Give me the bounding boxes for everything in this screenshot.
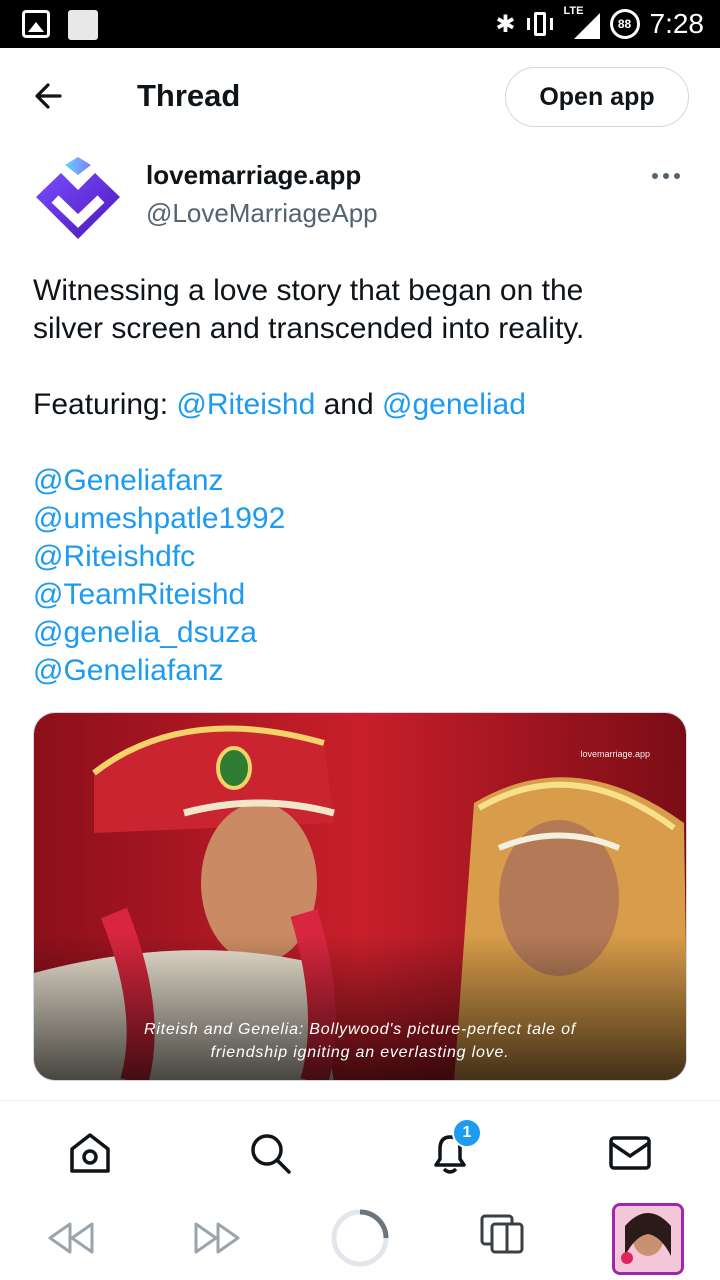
image-caption-line: friendship igniting an everlasting love.: [210, 1044, 510, 1061]
tweet-text: Witnessing a love story that began on th…: [33, 272, 693, 690]
thread-header: Thread Open app: [0, 48, 720, 144]
notification-icons: [22, 10, 98, 40]
bottom-navigation: 1: [0, 1100, 720, 1196]
mention-link[interactable]: @Riteishdfc: [33, 538, 693, 576]
author-display-name[interactable]: lovemarriage.app: [146, 160, 361, 191]
tweet-media-image[interactable]: lovemarriage.app Riteish and Genelia: Bo…: [33, 712, 687, 1081]
image-notification-icon: [22, 10, 50, 38]
app-notification-icon: [68, 10, 98, 40]
image-caption-line: Riteish and Genelia: Bollywood's picture…: [143, 1021, 577, 1038]
signal-icon: LTE: [564, 5, 600, 39]
tweet-line: silver screen and transcended into reali…: [33, 312, 585, 345]
vibrate-icon: [526, 10, 554, 38]
mention-link[interactable]: @Riteishd: [176, 388, 315, 421]
system-status: ✱ LTE 88 7:28: [495, 5, 705, 42]
open-app-button[interactable]: Open app: [505, 67, 689, 127]
page-title: Thread: [137, 78, 241, 113]
author-handle[interactable]: @LoveMarriageApp: [146, 198, 378, 229]
featuring-prefix: Featuring:: [33, 388, 177, 421]
status-bar: ✱ LTE 88 7:28: [0, 0, 720, 48]
mention-link[interactable]: @geneliad: [382, 388, 526, 421]
avatar[interactable]: [31, 155, 125, 245]
loading-spinner: [330, 1208, 390, 1273]
mention-link[interactable]: @Geneliafanz: [33, 652, 693, 690]
notification-badge: 1: [452, 1118, 482, 1148]
home-icon[interactable]: [66, 1129, 114, 1177]
mention-link[interactable]: @genelia_dsuza: [33, 614, 693, 652]
back-arrow-icon[interactable]: [30, 78, 70, 114]
mention-link[interactable]: @umeshpatle1992: [33, 500, 693, 538]
more-options-icon[interactable]: [652, 168, 688, 184]
fast-forward-icon[interactable]: [188, 1218, 244, 1263]
tabs-icon[interactable]: [480, 1214, 526, 1261]
battery-icon: 88: [609, 9, 640, 39]
profile-thumbnail[interactable]: [612, 1203, 684, 1275]
search-icon[interactable]: [246, 1129, 294, 1177]
browser-toolbar: [0, 1196, 720, 1280]
bluetooth-icon: ✱: [495, 10, 516, 38]
image-caption: Riteish and Genelia: Bollywood's picture…: [34, 1018, 686, 1064]
featuring-and: and: [315, 388, 382, 421]
featuring-line: Featuring: @Riteishd and @geneliad: [33, 386, 693, 424]
tweet-line: Witnessing a love story that began on th…: [33, 274, 584, 307]
mention-link[interactable]: @Geneliafanz: [33, 462, 693, 500]
mention-link[interactable]: @TeamRiteishd: [33, 576, 693, 614]
rewind-icon[interactable]: [44, 1218, 100, 1263]
clock: 7:28: [649, 8, 705, 39]
mail-icon[interactable]: [606, 1129, 654, 1177]
image-watermark: lovemarriage.app: [580, 749, 650, 759]
